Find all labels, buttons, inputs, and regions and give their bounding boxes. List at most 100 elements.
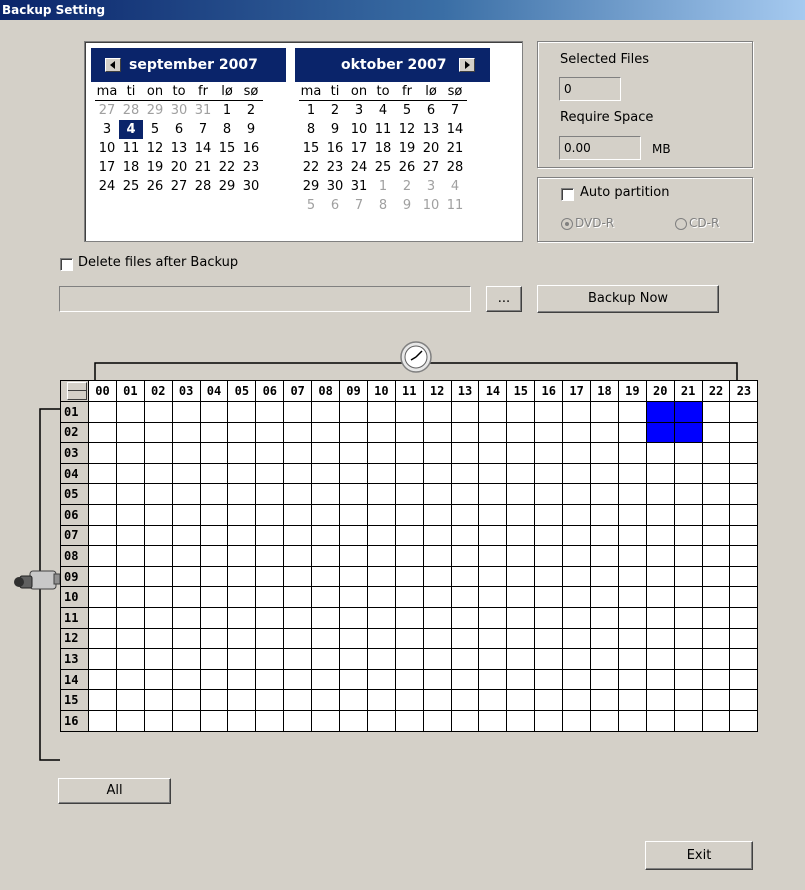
schedule-cell[interactable]: [199, 586, 229, 608]
schedule-cell[interactable]: [255, 483, 285, 505]
schedule-cell[interactable]: [645, 606, 675, 629]
schedule-cell[interactable]: [645, 503, 675, 526]
hour-header[interactable]: 16: [534, 380, 564, 402]
calendar-day[interactable]: 19: [395, 139, 419, 158]
schedule-cell[interactable]: [255, 627, 285, 650]
schedule-cell[interactable]: [143, 627, 173, 650]
schedule-cell[interactable]: [366, 627, 396, 650]
browse-button[interactable]: ...: [486, 286, 522, 312]
schedule-cell[interactable]: [590, 545, 619, 567]
calendar-day[interactable]: 30: [323, 177, 347, 196]
channel-header[interactable]: 02: [60, 421, 89, 444]
calendar-day[interactable]: 21: [443, 139, 467, 158]
hour-header[interactable]: 15: [506, 380, 536, 402]
schedule-cell[interactable]: [339, 462, 368, 485]
schedule-cell[interactable]: [478, 421, 508, 444]
schedule-cell[interactable]: [339, 545, 368, 567]
dvd-r-radio[interactable]: [561, 218, 573, 230]
backup-path-field[interactable]: [59, 286, 471, 312]
calendar-day[interactable]: 2: [239, 101, 263, 121]
calendar-day[interactable]: 24: [347, 158, 371, 177]
schedule-cell[interactable]: [617, 689, 647, 711]
schedule-cell[interactable]: [534, 483, 564, 505]
schedule-cell[interactable]: [394, 648, 424, 670]
schedule-cell[interactable]: [255, 606, 285, 629]
schedule-cell[interactable]: [450, 421, 480, 444]
schedule-cell[interactable]: [115, 586, 145, 608]
schedule-cell[interactable]: [199, 606, 229, 629]
schedule-cell[interactable]: [227, 462, 257, 485]
calendar-day[interactable]: 7: [443, 101, 467, 121]
schedule-cell[interactable]: [701, 503, 731, 526]
schedule-cell[interactable]: [255, 689, 285, 711]
schedule-cell[interactable]: [506, 648, 536, 670]
hour-header[interactable]: 07: [283, 380, 313, 402]
schedule-cell[interactable]: [115, 606, 145, 629]
channel-header[interactable]: 08: [60, 545, 89, 567]
schedule-cell[interactable]: [701, 709, 731, 732]
schedule-cell[interactable]: [339, 401, 368, 423]
schedule-cell[interactable]: [366, 483, 396, 505]
schedule-cell[interactable]: [506, 483, 536, 505]
schedule-cell[interactable]: [88, 627, 117, 650]
schedule-cell[interactable]: [311, 401, 341, 423]
schedule-cell[interactable]: [617, 627, 647, 650]
calendar-day[interactable]: 14: [191, 139, 215, 158]
channel-header[interactable]: 13: [60, 648, 89, 670]
schedule-cell[interactable]: [199, 442, 229, 464]
calendar-day[interactable]: 3: [419, 177, 443, 196]
schedule-cell[interactable]: [171, 442, 201, 464]
schedule-cell[interactable]: [506, 689, 536, 711]
calendar-day[interactable]: 28: [119, 101, 143, 121]
schedule-cell[interactable]: [311, 524, 341, 547]
schedule-cell[interactable]: [143, 668, 173, 691]
schedule-cell[interactable]: [227, 627, 257, 650]
calendar-day[interactable]: 1: [215, 101, 239, 121]
channel-header[interactable]: 15: [60, 689, 89, 711]
scroll-spinner[interactable]: [67, 382, 87, 400]
schedule-cell[interactable]: [311, 668, 341, 691]
schedule-cell[interactable]: [450, 648, 480, 670]
schedule-cell[interactable]: [366, 421, 396, 444]
schedule-cell[interactable]: [227, 606, 257, 629]
schedule-cell[interactable]: [283, 668, 313, 691]
schedule-cell[interactable]: [506, 545, 536, 567]
channel-header[interactable]: 04: [60, 462, 89, 485]
schedule-cell[interactable]: [701, 668, 731, 691]
schedule-cell[interactable]: [506, 462, 536, 485]
schedule-cell[interactable]: [673, 648, 703, 670]
schedule-cell[interactable]: [422, 627, 452, 650]
schedule-cell[interactable]: [255, 421, 285, 444]
calendar-day[interactable]: 10: [347, 120, 371, 139]
schedule-cell[interactable]: [394, 586, 424, 608]
schedule-cell[interactable]: [617, 709, 647, 732]
schedule-cell[interactable]: [590, 627, 619, 650]
schedule-cell[interactable]: [506, 606, 536, 629]
schedule-cell[interactable]: [729, 648, 759, 670]
schedule-cell[interactable]: [255, 586, 285, 608]
schedule-cell[interactable]: [171, 524, 201, 547]
schedule-cell[interactable]: [506, 709, 536, 732]
schedule-cell[interactable]: [617, 606, 647, 629]
schedule-cell[interactable]: [143, 401, 173, 423]
schedule-cell[interactable]: [366, 524, 396, 547]
schedule-cell[interactable]: [729, 545, 759, 567]
schedule-cell[interactable]: [422, 709, 452, 732]
calendar-day[interactable]: 21: [191, 158, 215, 177]
schedule-cell[interactable]: [227, 545, 257, 567]
schedule-cell[interactable]: [171, 421, 201, 444]
schedule-cell[interactable]: [562, 503, 592, 526]
delete-after-backup-checkbox[interactable]: [60, 258, 73, 271]
schedule-cell[interactable]: [617, 503, 647, 526]
schedule-cell[interactable]: [394, 627, 424, 650]
schedule-cell[interactable]: [478, 627, 508, 650]
hour-header[interactable]: 04: [199, 380, 229, 402]
schedule-cell[interactable]: [450, 524, 480, 547]
calendar-day[interactable]: 27: [167, 177, 191, 196]
calendar-day[interactable]: 19: [143, 158, 167, 177]
schedule-cell[interactable]: [673, 709, 703, 732]
schedule-cell[interactable]: [617, 586, 647, 608]
calendar-day[interactable]: 30: [239, 177, 263, 196]
schedule-cell[interactable]: [590, 565, 619, 588]
schedule-cell[interactable]: [478, 586, 508, 608]
